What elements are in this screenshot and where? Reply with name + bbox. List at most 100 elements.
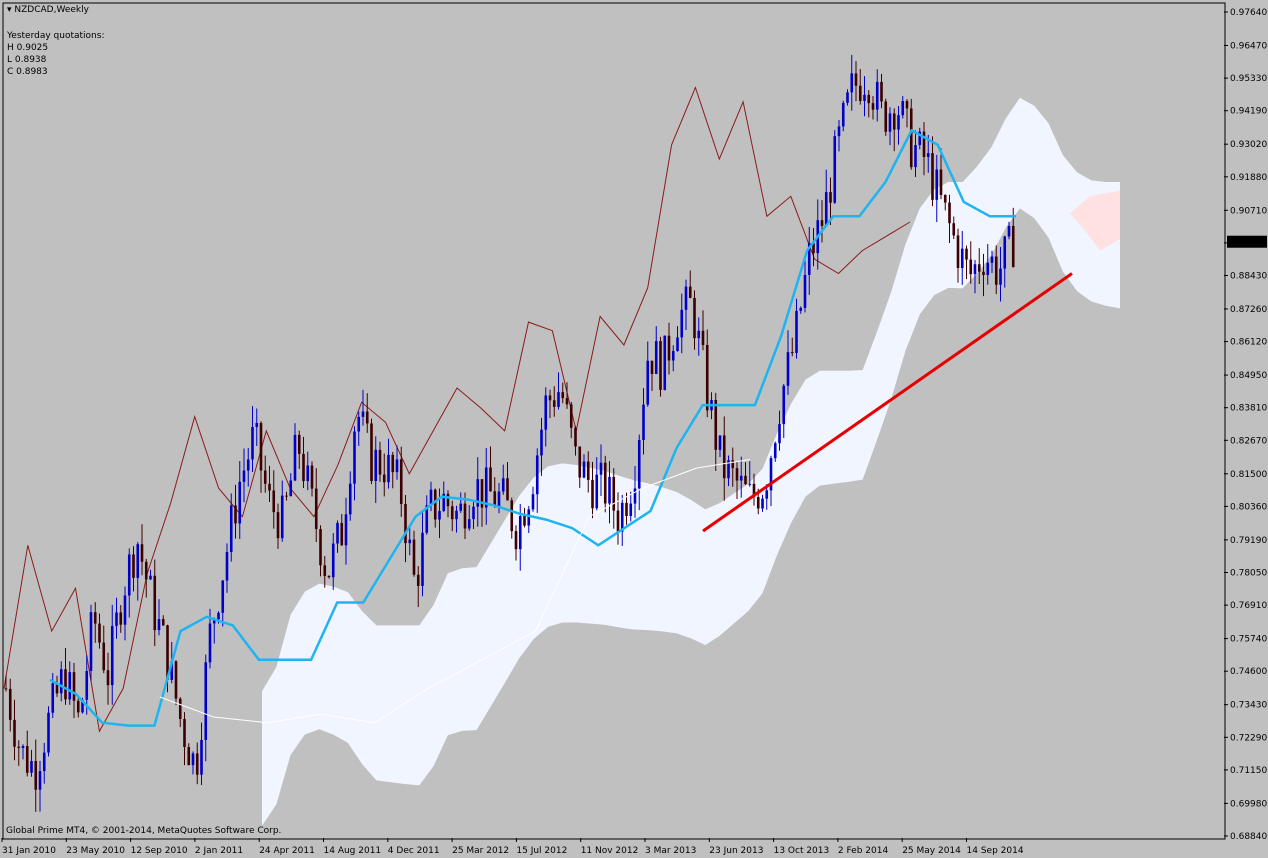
candle-body	[960, 248, 964, 268]
candle-body	[578, 446, 582, 478]
y-tick-label: 0.79190	[1230, 536, 1267, 546]
candle-body	[93, 612, 97, 624]
x-tick-label: 23 Jun 2013	[709, 846, 763, 856]
y-tick-label: 0.69980	[1230, 799, 1267, 809]
candle-body	[1011, 225, 1015, 267]
candle-body	[837, 126, 841, 137]
candle-body	[395, 459, 399, 473]
candle-body	[667, 335, 671, 361]
candle-body	[731, 460, 735, 469]
candle-body	[943, 194, 947, 203]
candle-body	[591, 479, 594, 509]
candle-body	[115, 612, 118, 627]
price-chart[interactable]: 0.97640 0.96470 0.95330 0.94190 0.93020 0.918…	[0, 0, 1268, 858]
candle-body	[625, 502, 628, 517]
candle-body	[268, 483, 271, 491]
y-tick-label: 0.97640	[1230, 8, 1267, 18]
candle-body	[64, 669, 67, 700]
candle-body	[421, 532, 424, 586]
candle-body	[467, 519, 471, 529]
candle-body	[824, 192, 828, 226]
candle-body	[246, 459, 250, 471]
candle-body	[416, 574, 420, 586]
y-tick-label: 0.75740	[1230, 635, 1267, 645]
candle-body	[76, 700, 80, 713]
candle-body	[38, 771, 42, 790]
candle-body	[744, 475, 747, 485]
candle-body	[221, 580, 225, 613]
candle-body	[926, 153, 930, 157]
candle-body	[263, 470, 267, 484]
candle-body	[302, 453, 305, 482]
candle-body	[327, 575, 331, 578]
candle-body	[582, 461, 586, 478]
candle-body	[540, 429, 543, 456]
candle-body	[285, 495, 288, 497]
y-tick-label: 0.91880	[1230, 173, 1267, 183]
candle-body	[612, 476, 616, 511]
candle-body	[514, 531, 518, 550]
candle-body	[846, 92, 849, 103]
y-tick-label: 0.80360	[1230, 502, 1267, 512]
candle-body	[535, 455, 539, 495]
candle-body	[89, 612, 93, 671]
candle-body	[259, 423, 263, 471]
candle-body	[8, 688, 12, 720]
candle-body	[833, 136, 837, 203]
candle-body	[897, 115, 900, 130]
chart-window[interactable]: 0.97640 0.96470 0.95330 0.94190 0.93020 0.918…	[0, 0, 1268, 858]
collapse-triangle-icon[interactable]: ▾	[7, 5, 12, 15]
candle-body	[569, 404, 573, 428]
candle-body	[30, 761, 33, 773]
candle-body	[161, 619, 165, 626]
candle-body	[374, 449, 378, 482]
candle-body	[208, 623, 212, 663]
y-tick-label: 0.72290	[1230, 733, 1267, 743]
candle-body	[204, 662, 208, 740]
current-price-label: 0.89611	[1229, 238, 1266, 248]
y-tick-label: 0.95330	[1230, 74, 1267, 84]
y-tick-label: 0.78050	[1230, 568, 1267, 578]
candle-body	[110, 626, 114, 686]
candle-body	[680, 309, 684, 338]
candle-body	[523, 516, 526, 526]
candle-body	[684, 286, 688, 310]
candle-body	[229, 505, 233, 552]
candle-body	[378, 449, 382, 475]
candle-body	[608, 476, 611, 504]
candle-body	[850, 73, 854, 93]
candle-body	[251, 427, 254, 460]
x-tick-label: 4 Dec 2011	[388, 846, 440, 856]
y-tick-label: 0.94190	[1230, 107, 1267, 117]
candle-body	[187, 747, 191, 766]
candle-body	[786, 352, 790, 386]
y-tick-label: 0.86120	[1230, 338, 1267, 348]
candle-body	[803, 274, 807, 308]
candle-body	[956, 235, 960, 268]
candle-body	[149, 575, 152, 580]
candle-body	[25, 746, 29, 773]
y-tick-label: 0.71150	[1230, 766, 1267, 776]
candle-body	[4, 688, 8, 690]
candle-body	[973, 264, 977, 275]
candle-body	[102, 642, 106, 671]
candle-body	[399, 459, 403, 504]
candle-body	[688, 286, 692, 298]
candle-body	[518, 516, 522, 550]
y-tick-label: 0.84950	[1230, 371, 1267, 381]
candle-body	[446, 493, 450, 507]
candle-body	[297, 434, 301, 454]
candle-body	[127, 554, 131, 596]
candle-body	[799, 307, 803, 311]
candle-body	[412, 539, 416, 575]
candle-body	[119, 612, 123, 625]
candle-body	[574, 427, 577, 447]
candle-body	[986, 262, 990, 275]
candle-body	[510, 500, 514, 532]
candle-body	[901, 101, 905, 116]
candle-body	[629, 503, 633, 517]
y-tick-label: 0.81500	[1230, 470, 1267, 480]
candle-body	[17, 746, 21, 748]
candle-body	[969, 259, 973, 275]
candle-body	[642, 404, 645, 441]
